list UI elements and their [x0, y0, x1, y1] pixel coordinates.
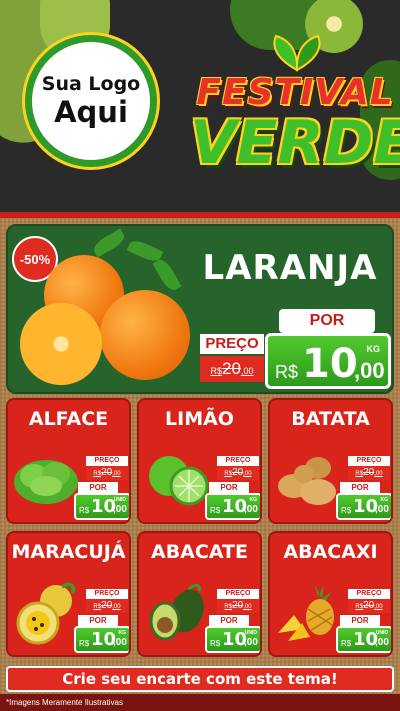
- preco-label: PREÇO: [348, 456, 390, 466]
- orange-icon: [100, 290, 190, 380]
- avocado-icon: [149, 583, 204, 641]
- por-label: POR: [78, 615, 118, 626]
- product-card[interactable]: ABACAXI PREÇO R$20,00 POR UNID R$ 10 ,00: [268, 531, 393, 657]
- old-price: R$20,00: [86, 466, 128, 480]
- product-card[interactable]: LIMÃO PREÇO R$20,00 POR KG R$ 10 ,00: [137, 398, 262, 524]
- product-card[interactable]: BATATA PREÇO R$20,00 POR KG R$ 10 ,00: [268, 398, 393, 524]
- product-name: BATATA: [291, 408, 370, 430]
- passion-fruit-icon: [16, 582, 76, 645]
- lettuce-icon: [14, 460, 78, 504]
- title-festival: FESTIVAL: [196, 72, 394, 113]
- product-name: ABACAXI: [283, 541, 378, 563]
- featured-price-int: 10: [302, 341, 358, 387]
- pineapple-icon: [278, 583, 334, 641]
- cta-banner[interactable]: Crie seu encarte com este tema!: [6, 666, 394, 692]
- por-label: POR: [340, 615, 380, 626]
- logo-line-2: Aqui: [54, 95, 128, 129]
- product-name: ABACATE: [150, 541, 248, 563]
- price-tag: KG R$ 10 ,00: [205, 493, 260, 520]
- product-name: LIMÃO: [165, 408, 234, 430]
- preco-label: PREÇO: [217, 456, 259, 466]
- featured-old-price: R$20,00: [200, 356, 264, 382]
- old-price: R$20,00: [348, 599, 390, 613]
- festival-title: FESTIVAL VERDE: [190, 30, 400, 190]
- featured-price-tag: KG R$ 10 ,00: [265, 333, 391, 389]
- old-price: R$20,00: [86, 599, 128, 613]
- featured-preco-label: PREÇO: [200, 334, 264, 354]
- old-price: R$20,00: [217, 599, 259, 613]
- price-tag: UNID R$ 10 ,00: [74, 493, 129, 520]
- product-card[interactable]: ALFACE PREÇO R$20,00 POR UNID R$ 10 ,00: [6, 398, 131, 524]
- featured-product-name: LARANJA: [202, 248, 378, 288]
- product-card[interactable]: MARACUJÁ PREÇO R$20,00 POR KG R$ 10 ,00: [6, 531, 131, 657]
- por-label: POR: [78, 482, 118, 493]
- product-name: MARACUJÁ: [11, 541, 126, 563]
- product-card[interactable]: ABACATE PREÇO R$20,00 POR UNID R$ 10 ,00: [137, 531, 262, 657]
- featured-price-cents: ,00: [354, 358, 385, 383]
- featured-currency: R$: [275, 362, 299, 382]
- potato-icon: [278, 457, 336, 505]
- por-label: POR: [209, 482, 249, 493]
- por-label: POR: [209, 615, 249, 626]
- preco-label: PREÇO: [217, 589, 259, 599]
- logo-placeholder[interactable]: Sua Logo Aqui: [25, 35, 157, 167]
- price-tag: UNID R$ 10 ,00: [336, 626, 391, 653]
- por-label: POR: [340, 482, 380, 493]
- leaves-icon: [273, 34, 321, 72]
- preco-label: PREÇO: [86, 589, 128, 599]
- preco-label: PREÇO: [86, 456, 128, 466]
- product-name: ALFACE: [28, 408, 109, 430]
- footnote: *Imagens Meramente Ilustrativas: [6, 698, 123, 707]
- orange-slice-icon: [20, 303, 102, 385]
- logo-line-1: Sua Logo: [41, 73, 141, 95]
- featured-unit: KG: [366, 344, 381, 354]
- price-tag: KG R$ 10 ,00: [336, 493, 391, 520]
- preco-label: PREÇO: [348, 589, 390, 599]
- title-verde: VERDE: [190, 108, 400, 178]
- lime-icon: [149, 456, 209, 506]
- featured-por-label: POR: [279, 309, 375, 333]
- price-tag: KG R$ 10 ,00: [74, 626, 129, 653]
- old-price: R$20,00: [217, 466, 259, 480]
- old-price: R$20,00: [348, 466, 390, 480]
- price-tag: UNID R$ 10 ,00: [205, 626, 260, 653]
